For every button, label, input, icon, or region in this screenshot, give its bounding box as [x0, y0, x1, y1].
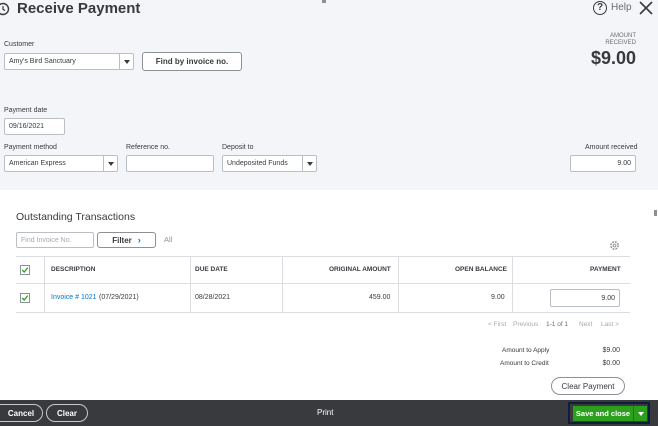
- chevron-down-icon: [637, 411, 644, 416]
- open-balance-cell: 9.00: [491, 294, 505, 301]
- payment-method-select[interactable]: American Express: [4, 155, 118, 172]
- pager-first[interactable]: < First: [488, 321, 506, 328]
- payment-method-label: Payment method: [4, 144, 57, 151]
- amount-to-apply-label: Amount to Apply: [502, 347, 550, 354]
- column-divider: [44, 256, 45, 312]
- deposit-to-select[interactable]: Undeposited Funds: [222, 155, 317, 172]
- resize-handle[interactable]: [322, 0, 326, 3]
- chevron-down-icon[interactable]: [119, 54, 133, 69]
- table-bottom-border: [16, 312, 630, 313]
- find-invoice-input[interactable]: Find Invoice No.: [16, 232, 94, 248]
- column-open-balance: OPEN BALANCE: [455, 266, 508, 273]
- clear-payment-button[interactable]: Clear Payment: [551, 377, 625, 395]
- amount-to-credit-value: $0.00: [602, 360, 620, 367]
- column-description: DESCRIPTION: [51, 266, 96, 273]
- help-link[interactable]: Help: [611, 2, 632, 13]
- reference-label: Reference no.: [126, 144, 170, 151]
- chevron-down-icon[interactable]: [103, 156, 117, 171]
- history-icon[interactable]: [0, 2, 10, 16]
- column-divider: [398, 256, 399, 312]
- deposit-to-label: Deposit to: [222, 144, 254, 151]
- payment-input[interactable]: 9.00: [550, 289, 620, 307]
- column-divider: [190, 256, 191, 312]
- amount-received-input[interactable]: 9.00: [570, 155, 636, 172]
- customer-value: Amy's Bird Sanctuary: [9, 58, 76, 65]
- pager-next[interactable]: Next: [579, 321, 592, 328]
- checkmark-icon: [21, 295, 29, 301]
- chevron-down-icon[interactable]: [302, 156, 316, 171]
- amount-received-label: Amount received: [585, 144, 638, 151]
- column-divider: [512, 256, 513, 312]
- amount-received-caption: AMOUNT RECEIVED: [605, 33, 636, 46]
- customer-select[interactable]: Amy's Bird Sanctuary: [4, 53, 134, 70]
- reference-input[interactable]: [126, 155, 214, 172]
- amount-to-apply-value: $9.00: [602, 347, 620, 354]
- gear-icon[interactable]: [609, 240, 620, 251]
- checkmark-icon: [21, 267, 29, 273]
- cancel-button[interactable]: Cancel: [0, 404, 43, 422]
- close-icon[interactable]: [638, 0, 654, 16]
- save-and-close-button[interactable]: Save and close: [573, 406, 633, 421]
- due-date-cell: 08/28/2021: [195, 294, 231, 301]
- payment-date-input[interactable]: 09/16/2021: [4, 118, 65, 135]
- payment-date-label: Payment date: [4, 107, 48, 114]
- save-and-close-group: Save and close: [568, 402, 650, 424]
- pager-last[interactable]: Last >: [601, 321, 619, 328]
- scrollbar-thumb[interactable]: [654, 210, 657, 216]
- invoice-date: (07/29/2021): [99, 294, 139, 301]
- table-header-border: [16, 283, 630, 284]
- page-title: Receive Payment: [17, 0, 141, 17]
- original-amount-cell: 459.00: [369, 294, 391, 301]
- invoice-link[interactable]: Invoice # 1021: [51, 294, 97, 301]
- pager-range: 1-1 of 1: [546, 321, 569, 328]
- filter-button[interactable]: Filter ›: [97, 232, 156, 248]
- clear-button[interactable]: Clear: [46, 404, 88, 422]
- print-button[interactable]: Print: [317, 408, 333, 417]
- column-payment: PAYMENT: [590, 266, 621, 273]
- help-icon[interactable]: ?: [593, 1, 607, 15]
- filter-all-label: All: [164, 235, 173, 244]
- amount-received-total: $9.00: [590, 48, 636, 68]
- save-options-dropdown[interactable]: [633, 406, 647, 421]
- amount-to-credit-label: Amount to Credit: [500, 360, 549, 367]
- chevron-right-icon: ›: [137, 235, 141, 245]
- select-all-checkbox[interactable]: [20, 265, 30, 275]
- pager-previous[interactable]: Previous: [513, 321, 538, 328]
- customer-label: Customer: [4, 41, 35, 48]
- column-due-date: DUE DATE: [195, 266, 228, 273]
- table-top-border: [16, 256, 630, 257]
- column-divider: [282, 256, 283, 312]
- find-by-invoice-button[interactable]: Find by invoice no.: [142, 52, 242, 71]
- outstanding-transactions-title: Outstanding Transactions: [16, 211, 136, 223]
- column-original-amount: ORIGINAL AMOUNT: [329, 266, 391, 273]
- row-checkbox[interactable]: [20, 293, 30, 303]
